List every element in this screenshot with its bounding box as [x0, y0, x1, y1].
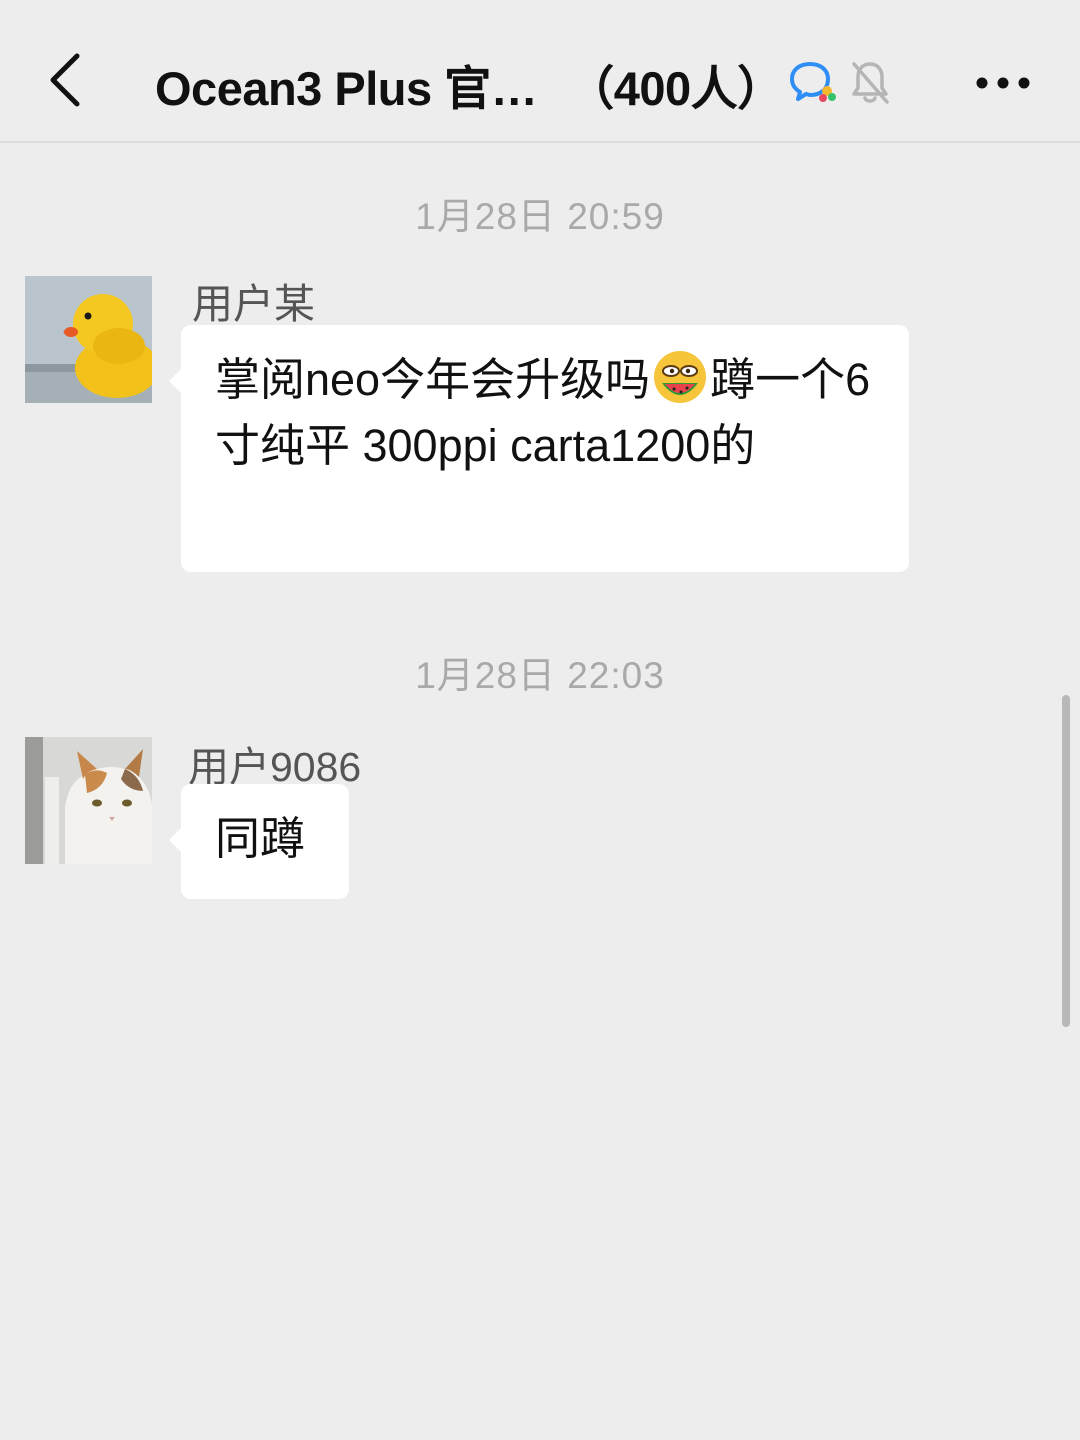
bell-muted-icon [848, 58, 892, 106]
message-bubble[interactable]: 掌阅neo今年会升级吗 蹲一个6寸纯平 300ppi carta1200的 [169, 325, 909, 572]
chat-bubble-icon[interactable] [788, 58, 840, 108]
message-timestamp: 1月28日 22:03 [415, 655, 665, 696]
scrollbar[interactable] [1062, 695, 1070, 1027]
chevron-left-icon [50, 53, 80, 107]
message-bubble[interactable]: 同蹲 [169, 784, 349, 899]
more-dots-icon [976, 77, 1029, 88]
chat-header: Ocean3 Plus 官… （400人） [0, 0, 1080, 143]
group-name: Ocean3 Plus 官… [155, 62, 538, 115]
more-button[interactable] [965, 55, 1040, 110]
cat-avatar[interactable] [25, 737, 152, 864]
message-timestamp: 1月28日 20:59 [415, 196, 665, 237]
chat-screen: Ocean3 Plus 官… （400人） 1月28日 20:59 用户某 掌阅… [0, 0, 1080, 1440]
rubber-duck-avatar[interactable] [25, 276, 152, 403]
message-text: 掌阅neo今年会升级吗 [215, 354, 651, 405]
member-count: （400人） [567, 62, 784, 115]
back-button[interactable] [30, 40, 100, 120]
message-text: 同蹲 [215, 813, 306, 864]
sender-name: 用户某 [192, 281, 315, 327]
chat-title[interactable]: Ocean3 Plus 官… （400人） [155, 50, 784, 119]
watermelon-emoji-icon [652, 349, 708, 405]
